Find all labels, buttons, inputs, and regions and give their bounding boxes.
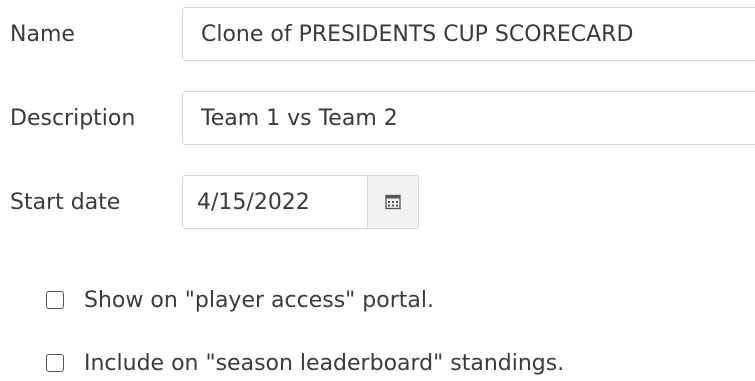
description-row: Description (0, 91, 755, 147)
name-input[interactable] (182, 7, 755, 61)
player-access-label: Show on "player access" portal. (84, 287, 434, 313)
description-input[interactable] (182, 91, 755, 145)
scorecard-form: Name Description Start date (0, 0, 755, 381)
name-label: Name (10, 22, 75, 47)
start-date-label: Start date (10, 190, 121, 215)
calendar-button[interactable] (367, 176, 418, 228)
season-leaderboard-label: Include on "season leaderboard" standing… (84, 350, 565, 376)
start-date-picker (182, 175, 419, 229)
player-access-checkbox[interactable] (46, 291, 64, 309)
start-date-input[interactable] (183, 176, 367, 228)
calendar-icon (385, 194, 401, 210)
player-access-option[interactable]: Show on "player access" portal. (46, 283, 434, 317)
season-leaderboard-checkbox[interactable] (46, 354, 64, 372)
start-date-row: Start date (0, 175, 755, 231)
season-leaderboard-option[interactable]: Include on "season leaderboard" standing… (46, 346, 564, 380)
name-row: Name (0, 7, 755, 63)
description-label: Description (10, 106, 136, 131)
